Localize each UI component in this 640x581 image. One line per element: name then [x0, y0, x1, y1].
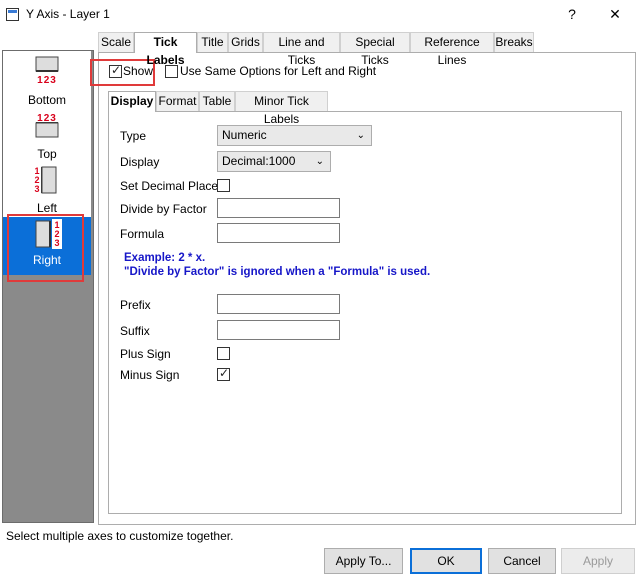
chevron-down-icon: ⌄: [315, 156, 324, 167]
bottom-axis-icon: 123: [35, 56, 59, 84]
divide-input[interactable]: [217, 198, 340, 218]
tab-line-and-ticks[interactable]: Line and Ticks: [263, 32, 340, 67]
type-label: Type: [120, 129, 147, 143]
tab-tick-labels[interactable]: Tick Labels: [134, 32, 197, 67]
tab-scale[interactable]: Scale: [98, 32, 134, 52]
type-select-value: Numeric: [222, 128, 267, 142]
plus-sign-checkbox[interactable]: [217, 347, 230, 360]
tab-special-ticks[interactable]: Special Ticks: [340, 32, 410, 67]
apply-button[interactable]: Apply: [561, 548, 635, 574]
title-bar: Y Axis - Layer 1 ? ✕: [0, 0, 640, 30]
window-icon: [6, 8, 19, 21]
tab-breaks[interactable]: Breaks: [494, 32, 534, 52]
formula-example-note: Example: 2 * x.: [124, 252, 206, 264]
suffix-input[interactable]: [217, 320, 340, 340]
minus-sign-label: Minus Sign: [120, 368, 180, 382]
cancel-button[interactable]: Cancel: [488, 548, 556, 574]
same-options-label: Use Same Options for Left and Right: [180, 64, 377, 78]
display-select[interactable]: Decimal:1000 ⌄: [217, 151, 331, 172]
formula-label: Formula: [120, 227, 165, 241]
subtab-format[interactable]: Format: [156, 91, 199, 111]
formula-input[interactable]: [217, 223, 340, 243]
axis-item-bottom[interactable]: 123 Bottom: [3, 51, 91, 109]
tab-title[interactable]: Title: [197, 32, 228, 52]
subtab-table[interactable]: Table: [199, 91, 235, 111]
top-axis-icon: 123: [35, 113, 59, 138]
minus-sign-checkbox[interactable]: [217, 366, 230, 381]
svg-text:123: 123: [37, 75, 57, 84]
prefix-label: Prefix: [120, 298, 151, 312]
prefix-input[interactable]: [217, 294, 340, 314]
display-select-value: Decimal:1000: [222, 154, 296, 168]
set-decimal-checkbox[interactable]: [217, 179, 230, 192]
formula-priority-note: "Divide by Factor" is ignored when a "Fo…: [124, 266, 431, 278]
type-select[interactable]: Numeric ⌄: [217, 125, 372, 146]
close-button[interactable]: ✕: [603, 4, 627, 24]
show-highlight: [90, 59, 155, 86]
subtab-minor-tick-labels[interactable]: Minor Tick Labels: [235, 91, 328, 126]
left-axis-icon: 1 2 3: [34, 166, 57, 194]
svg-text:3: 3: [34, 184, 39, 194]
axis-item-left[interactable]: 1 2 3 Left: [3, 163, 91, 217]
apply-to-button[interactable]: Apply To...: [324, 548, 403, 574]
set-decimal-label: Set Decimal Places: [120, 179, 225, 193]
help-button[interactable]: ?: [560, 4, 584, 24]
axis-label-bottom: Bottom: [27, 93, 66, 107]
right-axis-highlight: [7, 214, 84, 282]
display-label: Display: [120, 155, 160, 169]
suffix-label: Suffix: [120, 324, 150, 338]
display-panel: [108, 111, 622, 514]
chevron-down-icon: ⌄: [356, 130, 365, 141]
axis-label-left: Left: [36, 201, 57, 215]
tab-reference-lines[interactable]: Reference Lines: [410, 32, 494, 67]
status-text: Select multiple axes to customize togeth…: [6, 529, 234, 543]
ok-button[interactable]: OK: [410, 548, 482, 574]
plus-sign-label: Plus Sign: [120, 347, 171, 361]
window-title: Y Axis - Layer 1: [26, 7, 110, 21]
divide-label: Divide by Factor: [120, 202, 207, 216]
tab-grids[interactable]: Grids: [228, 32, 263, 52]
subtab-display[interactable]: Display: [108, 91, 156, 112]
axis-item-top[interactable]: 123 Top: [3, 109, 91, 163]
axis-label-top: Top: [37, 147, 57, 161]
